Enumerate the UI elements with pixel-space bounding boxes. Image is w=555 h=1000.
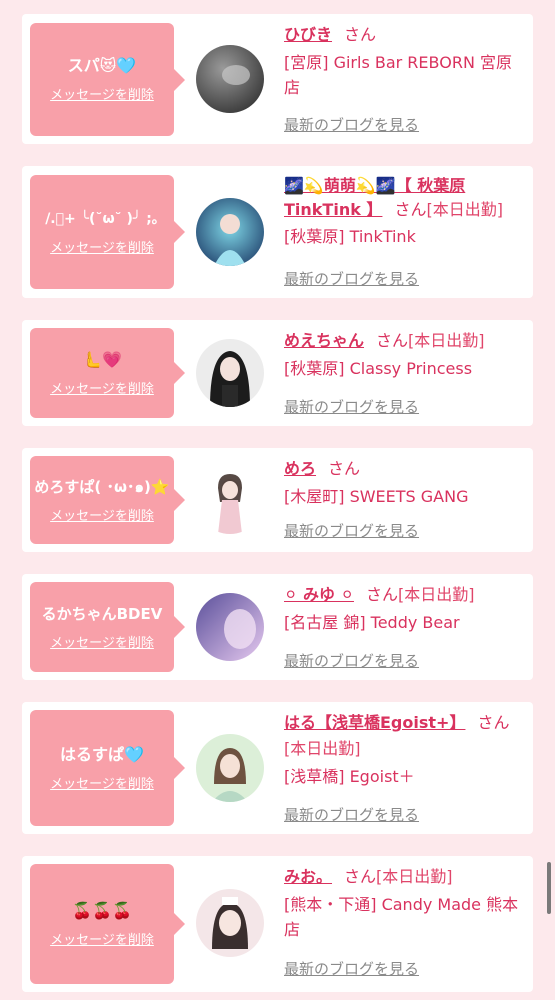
entry-info: 🌌💫萌萌💫🌌【 秋葉原 TinkTink 】さん[本日出勤] [秋葉原] Tin… — [284, 174, 525, 292]
message-card: めろすぱ( ･ω･๑)⭐ メッセージを削除 めろ さん [木屋町] SWEETS … — [22, 448, 533, 552]
message-bubble: スパ😻🩵 メッセージを削除 — [30, 23, 185, 136]
message-text: はるすぱ🩵 — [60, 744, 144, 764]
avatar-photo-icon — [196, 466, 264, 534]
latest-blog-link[interactable]: 最新のブログを見る — [284, 396, 419, 417]
latest-blog-link[interactable]: 最新のブログを見る — [284, 650, 419, 671]
cast-name-link[interactable]: ⚪︎ みゆ ⚪︎ — [284, 585, 354, 604]
honorific: さん — [344, 25, 377, 44]
scrollbar[interactable] — [547, 862, 551, 914]
work-badge: [本日出勤] — [284, 739, 361, 758]
cast-name-link[interactable]: めろ — [284, 459, 316, 478]
work-badge: [本日出勤] — [426, 200, 503, 219]
cast-name-link[interactable]: ひびき — [284, 25, 332, 44]
work-badge: [本日出勤] — [408, 331, 485, 350]
message-card: るかちゃんBDEV メッセージを削除 ⚪︎ みゆ ⚪︎ さん[本日出勤] [名古屋… — [22, 574, 533, 680]
message-bubble: /.ﾟ+ ╰(˘ω˘ )╯ ;｡ メッセージを削除 — [30, 175, 185, 289]
entry-info: めろ さん [木屋町] SWEETS GANG 最新のブログを見る — [284, 456, 525, 546]
avatar[interactable] — [196, 339, 264, 407]
avatar[interactable] — [196, 734, 264, 802]
message-text: 🫷💗 — [82, 349, 122, 369]
avatar-photo-icon — [196, 198, 264, 266]
work-badge: [本日出勤] — [376, 867, 453, 886]
latest-blog-link[interactable]: 最新のブログを見る — [284, 804, 419, 825]
message-text: 🍒🍒🍒 — [72, 900, 132, 920]
avatar[interactable] — [196, 45, 264, 113]
latest-blog-link[interactable]: 最新のブログを見る — [284, 958, 419, 979]
delete-message-link[interactable]: メッセージを削除 — [50, 505, 154, 524]
entry-info: ひびき さん [宮原] Girls Bar REBORN 宮原店 最新のブログを見… — [284, 22, 525, 140]
shop-name: [宮原] Girls Bar REBORN 宮原店 — [284, 53, 512, 97]
delete-message-link[interactable]: メッセージを削除 — [50, 632, 154, 651]
shop-name: [秋葉原] Classy Princess — [284, 359, 473, 378]
honorific: さん — [394, 200, 427, 219]
work-badge: [本日出勤] — [397, 585, 475, 604]
message-bubble: めろすぱ( ･ω･๑)⭐ メッセージを削除 — [30, 456, 185, 544]
message-bubble: 🍒🍒🍒 メッセージを削除 — [30, 864, 185, 984]
honorific: さん — [376, 331, 409, 350]
latest-blog-link[interactable]: 最新のブログを見る — [284, 268, 419, 289]
latest-blog-link[interactable]: 最新のブログを見る — [284, 520, 419, 541]
message-text: めろすぱ( ･ω･๑)⭐ — [34, 477, 170, 496]
delete-message-link[interactable]: メッセージを削除 — [50, 773, 154, 792]
entry-info: はる【浅草橋Egoist+】 さん [本日出勤] [浅草橋] Egoist＋ 最新の… — [284, 710, 525, 828]
delete-message-link[interactable]: メッセージを削除 — [50, 237, 154, 256]
message-bubble: るかちゃんBDEV メッセージを削除 — [30, 582, 185, 672]
shop-name: [浅草橋] Egoist＋ — [284, 767, 415, 786]
avatar[interactable] — [196, 593, 264, 661]
message-text: スパ😻🩵 — [67, 56, 137, 75]
message-card: /.ﾟ+ ╰(˘ω˘ )╯ ;｡ メッセージを削除 🌌💫萌萌💫🌌【 秋葉原 Ti… — [22, 166, 533, 298]
avatar[interactable] — [196, 889, 264, 957]
message-card: スパ😻🩵 メッセージを削除 ひびき さん [宮原] Girls Bar REBOR… — [22, 14, 533, 144]
message-text: /.ﾟ+ ╰(˘ω˘ )╯ ;｡ — [45, 210, 159, 227]
shop-name: [名古屋 錦] Teddy Bear — [284, 613, 460, 632]
cast-name-link[interactable]: みお。 — [284, 867, 332, 886]
cast-name-link[interactable]: めえちゃん — [284, 331, 364, 350]
latest-blog-link[interactable]: 最新のブログを見る — [284, 114, 419, 135]
shop-name: [木屋町] SWEETS GANG — [284, 487, 469, 506]
avatar[interactable] — [196, 466, 264, 534]
message-text: るかちゃんBDEV — [41, 604, 163, 623]
avatar-photo-icon — [196, 339, 264, 407]
honorific: さん — [344, 867, 377, 886]
message-bubble: 🫷💗 メッセージを削除 — [30, 328, 185, 418]
honorific: さん — [477, 713, 510, 732]
delete-message-link[interactable]: メッセージを削除 — [50, 84, 154, 103]
message-card: 🍒🍒🍒 メッセージを削除 みお。 さん[本日出勤] [熊本・下通] Candy M… — [22, 856, 533, 992]
delete-message-link[interactable]: メッセージを削除 — [50, 929, 154, 948]
avatar-photo-icon — [196, 889, 264, 957]
honorific: さん — [328, 459, 361, 478]
entry-info: めえちゃん さん[本日出勤] [秋葉原] Classy Princess 最新のブ… — [284, 328, 525, 420]
entry-info: ⚪︎ みゆ ⚪︎ さん[本日出勤] [名古屋 錦] Teddy Bear 最新のブ… — [284, 582, 525, 674]
avatar-photo-icon — [196, 734, 264, 802]
delete-message-link[interactable]: メッセージを削除 — [50, 378, 154, 397]
entry-info: みお。 さん[本日出勤] [熊本・下通] Candy Made 熊本店 最新のブロ… — [284, 864, 525, 984]
message-card: 🫷💗 メッセージを削除 めえちゃん さん[本日出勤] [秋葉原] Classy P… — [22, 320, 533, 426]
honorific: さん — [365, 585, 398, 604]
message-bubble: はるすぱ🩵 メッセージを削除 — [30, 710, 185, 826]
shop-name: [熊本・下通] Candy Made 熊本店 — [284, 895, 519, 939]
message-card: はるすぱ🩵 メッセージを削除 はる【浅草橋Egoist+】 さん [本日出勤] [浅… — [22, 702, 533, 834]
cast-name-link[interactable]: はる【浅草橋Egoist+】 — [284, 713, 465, 732]
shop-name: [秋葉原] TinkTink — [284, 227, 416, 246]
avatar-photo-icon — [196, 593, 264, 661]
avatar-photo-icon — [196, 45, 264, 113]
avatar[interactable] — [196, 198, 264, 266]
